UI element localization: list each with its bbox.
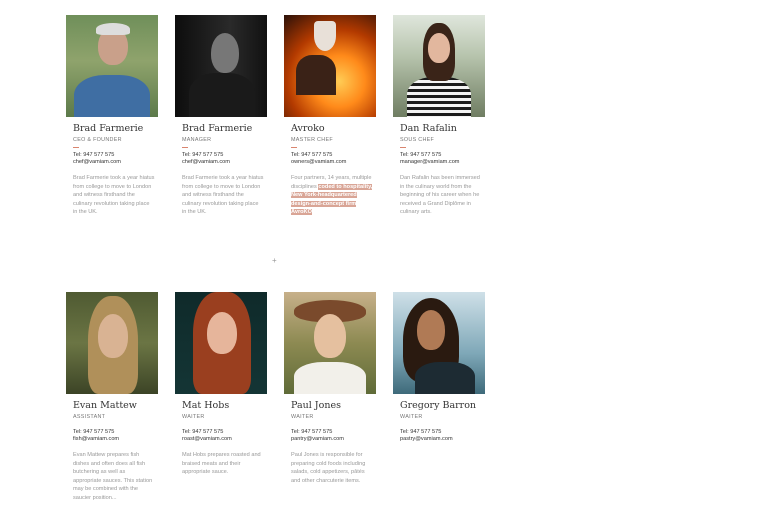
team-card: Evan Mattew ASSISTANT Tel: 947 577 575 f… [66,292,158,503]
accent-divider [400,147,406,148]
member-description: Brad Farmerie took a year hiatus from co… [73,175,155,216]
member-name: Dan Rafalin [400,123,457,134]
accent-divider [73,147,79,148]
team-member-photo [66,292,158,394]
team-card: Avroko MASTER CHEF Tel: 947 577 575 owne… [284,15,376,217]
member-name: Mat Hobs [182,400,230,411]
member-tel: Tel: 947 577 575 [291,429,333,435]
member-name: Avroko [291,123,325,134]
member-role: MASTER CHEF [291,137,333,143]
team-member-photo [393,15,485,117]
member-tel: Tel: 947 577 575 [400,429,442,435]
member-email[interactable]: fish@vamiam.com [73,436,158,442]
member-tel: Tel: 947 577 575 [291,152,333,158]
member-description: Mat Hobs prepares roasted and braised me… [182,452,261,476]
member-name: Gregory Barron [400,400,477,411]
team-member-photo [393,292,485,394]
team-card: Dan Rafalin SOUS CHEF Tel: 947 577 575 m… [393,15,485,217]
member-role: WAITER [291,414,314,420]
member-email[interactable]: pastry@vamiam.com [400,436,485,442]
member-tel: Tel: 947 577 575 [73,429,115,435]
team-card: Brad Farmerie CEO & FOUNDER Tel: 947 577… [66,15,158,217]
member-name: Paul Jones [291,400,341,411]
member-name: Brad Farmerie [73,123,144,134]
member-role: MANAGER [182,137,212,143]
member-description: Evan Mattew prepares fish dishes and oft… [73,452,153,501]
member-email[interactable]: manager@vamiam.com [400,159,485,165]
member-tel: Tel: 947 577 575 [182,152,224,158]
accent-divider [291,147,297,148]
team-member-photo [284,15,376,117]
accent-divider [182,147,188,148]
member-description: Paul Jones is responsible for preparing … [291,452,366,484]
member-role: WAITER [400,414,423,420]
team-card: Gregory Barron WAITER Tel: 947 577 575 p… [393,292,485,503]
member-description: Dan Rafalin has been immersed in the cul… [400,175,480,216]
member-description: Brad Farmerie took a year hiatus from co… [182,175,264,216]
member-description: Four partners, 14 years, multiple discip… [291,174,373,217]
team-member-photo [175,15,267,117]
member-name: Evan Mattew [73,400,137,411]
member-tel: Tel: 947 577 575 [73,152,115,158]
team-row-2: Evan Mattew ASSISTANT Tel: 947 577 575 f… [66,292,486,503]
divider-icon: + [272,256,277,265]
member-role: SOUS CHEF [400,137,435,143]
member-email[interactable]: roast@vamiam.com [182,436,267,442]
team-card: Paul Jones WAITER Tel: 947 577 575 pantr… [284,292,376,503]
member-name: Brad Farmerie [182,123,253,134]
team-card: Mat Hobs WAITER Tel: 947 577 575 roast@v… [175,292,267,503]
member-role: ASSISTANT [73,414,106,420]
member-role: CEO & FOUNDER [73,137,122,143]
team-member-photo [284,292,376,394]
member-email[interactable]: pantry@vamiam.com [291,436,376,442]
member-email[interactable]: owners@vamiam.com [291,159,376,165]
team-row-1: Brad Farmerie CEO & FOUNDER Tel: 947 577… [66,15,486,217]
member-tel: Tel: 947 577 575 [182,429,224,435]
member-email[interactable]: chef@vamiam.com [73,159,158,165]
team-member-photo [175,292,267,394]
team-card: Brad Farmerie MANAGER Tel: 947 577 575 c… [175,15,267,217]
team-member-photo [66,15,158,117]
member-tel: Tel: 947 577 575 [400,152,442,158]
member-email[interactable]: chef@vamiam.com [182,159,267,165]
member-role: WAITER [182,414,205,420]
